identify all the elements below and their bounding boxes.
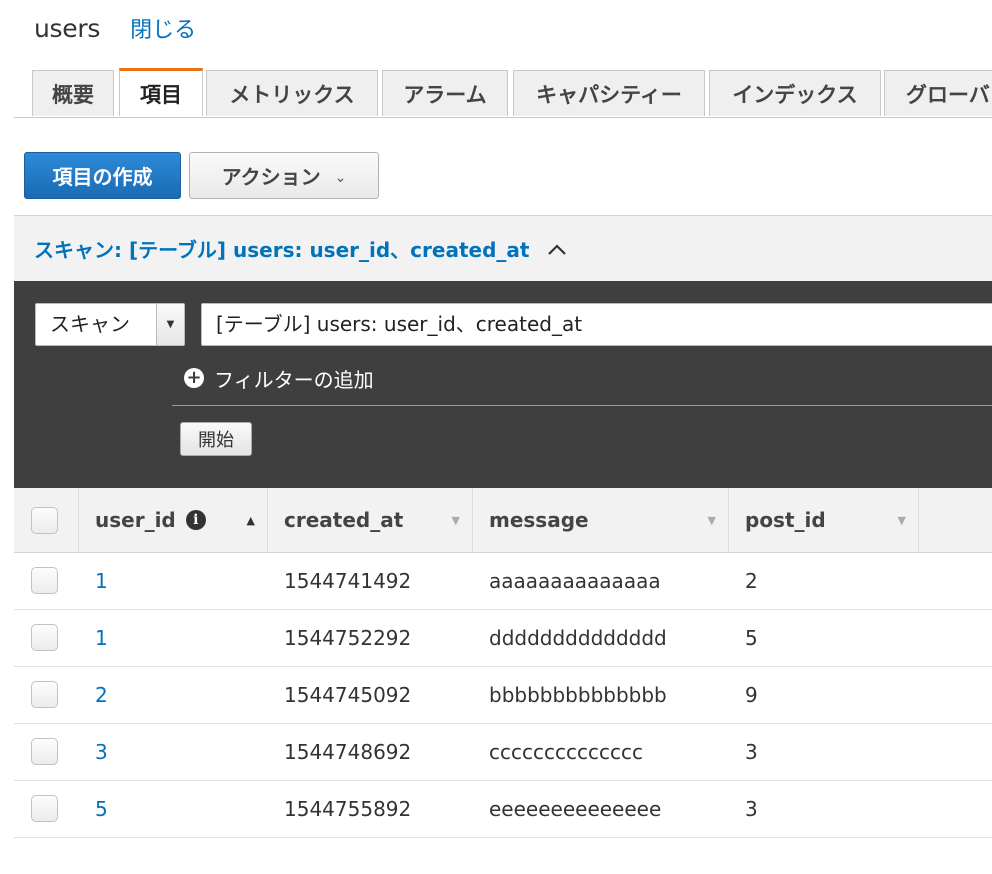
add-filter-label: フィルターの追加	[214, 367, 374, 392]
table-title: users	[34, 13, 101, 43]
row-checkbox[interactable]	[31, 795, 58, 822]
tab-bar: 概要 項目 メトリックス アラーム キャパシティー インデックス グローバ	[14, 68, 992, 118]
created-at-cell: 1544755892	[284, 797, 412, 821]
column-label: created_at	[284, 508, 404, 532]
row-checkbox[interactable]	[31, 624, 58, 651]
user-id-link[interactable]: 3	[95, 724, 108, 780]
select-all-cell	[14, 488, 79, 552]
tab-metrics[interactable]: メトリックス	[206, 70, 378, 116]
scan-target-select[interactable]: [テーブル] users: user_id、created_at	[201, 303, 992, 346]
column-header-post-id[interactable]: post_id ▼	[729, 488, 919, 552]
created-at-cell: 1544748692	[284, 740, 412, 764]
user-id-link[interactable]: 1	[95, 610, 108, 666]
actions-label: アクション	[221, 165, 321, 189]
chevron-down-icon: ⌄	[334, 169, 347, 186]
message-cell: dddddddddddddd	[489, 626, 667, 650]
column-label: user_id	[95, 508, 176, 532]
message-cell: eeeeeeeeeeeeee	[489, 797, 662, 821]
created-at-cell: 1544745092	[284, 683, 412, 707]
table-row: 1 1544752292 dddddddddddddd 5	[14, 610, 992, 667]
user-id-link[interactable]: 2	[95, 667, 108, 723]
user-id-link[interactable]: 5	[95, 781, 108, 837]
create-item-button[interactable]: 項目の作成	[24, 152, 181, 199]
table-row: 2 1544745092 bbbbbbbbbbbbbb 9	[14, 667, 992, 724]
sort-icon: ▼	[897, 514, 906, 527]
scan-toggle-header[interactable]: スキャン: [テーブル] users: user_id、created_at	[14, 215, 992, 281]
table-row: 1 1544741492 aaaaaaaaaaaaaa 2	[14, 553, 992, 610]
post-id-cell: 2	[745, 569, 758, 593]
actions-dropdown-button[interactable]: アクション ⌄	[189, 152, 379, 199]
column-header-user-id[interactable]: user_id i ▲	[79, 488, 268, 552]
page-header: users 閉じる	[34, 12, 196, 44]
sort-icon: ▼	[707, 514, 716, 527]
caret-up-icon	[547, 243, 567, 255]
post-id-cell: 9	[745, 683, 758, 707]
column-label: post_id	[745, 508, 826, 532]
user-id-link[interactable]: 1	[95, 553, 108, 609]
info-icon[interactable]: i	[185, 510, 206, 530]
plus-circle-icon: +	[184, 368, 204, 388]
column-header-created-at[interactable]: created_at ▼	[268, 488, 473, 552]
created-at-cell: 1544752292	[284, 626, 412, 650]
tab-items[interactable]: 項目	[119, 68, 203, 116]
dropdown-arrow-icon: ▼	[156, 304, 184, 345]
post-id-cell: 3	[745, 740, 758, 764]
message-cell: bbbbbbbbbbbbbb	[489, 683, 667, 707]
row-checkbox[interactable]	[31, 738, 58, 765]
items-table: user_id i ▲ created_at ▼ message ▼ post_…	[14, 488, 992, 838]
close-link[interactable]: 閉じる	[130, 12, 196, 44]
table-header: user_id i ▲ created_at ▼ message ▼ post_…	[14, 488, 992, 553]
post-id-cell: 3	[745, 797, 758, 821]
start-scan-button[interactable]: 開始	[180, 422, 252, 456]
table-row: 3 1544748692 cccccccccccccc 3	[14, 724, 992, 781]
tab-capacity[interactable]: キャパシティー	[513, 70, 705, 116]
message-cell: aaaaaaaaaaaaaa	[489, 569, 661, 593]
scan-mode-select[interactable]: スキャン ▼	[35, 303, 185, 346]
scan-panel: スキャン ▼ [テーブル] users: user_id、created_at …	[14, 281, 992, 488]
message-cell: cccccccccccccc	[489, 740, 643, 764]
select-all-checkbox[interactable]	[31, 507, 58, 534]
table-body: 1 1544741492 aaaaaaaaaaaaaa 2 1 1544752292 ddd…	[14, 553, 992, 838]
scan-mode-value: スキャン	[50, 312, 130, 336]
tab-alarms[interactable]: アラーム	[382, 70, 508, 116]
column-header-message[interactable]: message ▼	[473, 488, 729, 552]
post-id-cell: 5	[745, 626, 758, 650]
table-row: 5 1544755892 eeeeeeeeeeeeee 3	[14, 781, 992, 838]
tab-global[interactable]: グローバ	[884, 70, 992, 116]
tab-overview[interactable]: 概要	[32, 70, 114, 116]
row-checkbox[interactable]	[31, 681, 58, 708]
tab-indexes[interactable]: インデックス	[709, 70, 881, 116]
filter-divider	[172, 405, 992, 406]
sort-icon: ▼	[451, 514, 460, 527]
add-filter-link[interactable]: + フィルターの追加	[184, 363, 374, 393]
column-label: message	[489, 508, 589, 532]
sort-ascending-icon: ▲	[246, 514, 255, 527]
row-checkbox[interactable]	[31, 567, 58, 594]
scan-summary-label: スキャン: [テーブル] users: user_id、created_at	[34, 238, 530, 262]
created-at-cell: 1544741492	[284, 569, 412, 593]
